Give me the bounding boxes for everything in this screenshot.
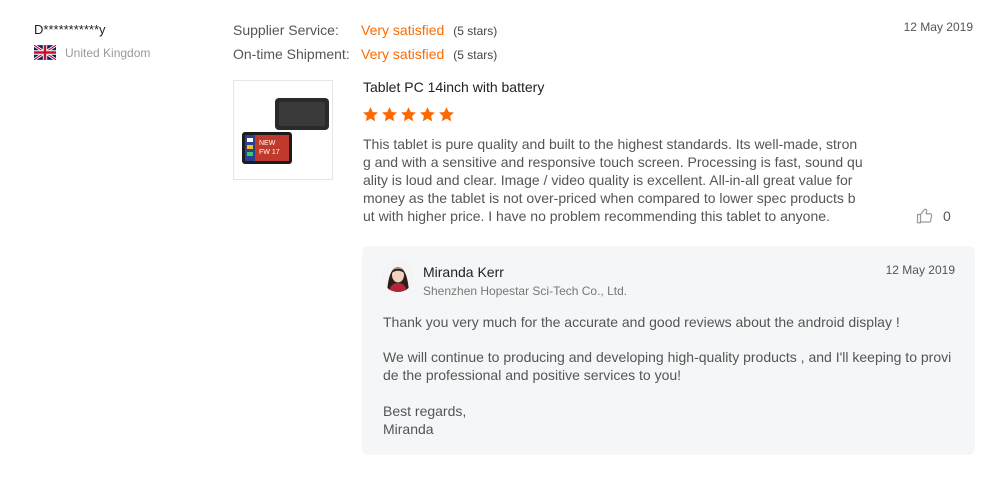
reply-signature: Miranda: [383, 421, 434, 437]
star-icon: [382, 107, 397, 122]
reply-paragraph-commitment: We will continue to producing and develo…: [383, 349, 952, 383]
rating-supplier-service: Supplier Service: Very satisfied (5 star…: [233, 22, 497, 46]
product-thumbnail[interactable]: NEW FW 17: [233, 80, 333, 180]
badge-text-line1: NEW: [259, 140, 276, 147]
rating-label: Supplier Service:: [233, 22, 339, 38]
reviewer-country: United Kingdom: [34, 45, 150, 60]
seller-reply: Miranda Kerr Shenzhen Hopestar Sci-Tech …: [362, 246, 975, 455]
rating-label: On-time Shipment:: [233, 46, 350, 62]
rating-on-time-shipment: On-time Shipment: Very satisfied (5 star…: [233, 46, 497, 70]
star-icon: [401, 107, 416, 122]
reply-signoff: Best regards,: [383, 403, 467, 419]
star-icon: [420, 107, 435, 122]
uk-flag-icon: [34, 45, 56, 60]
review-text: This tablet is pure quality and built to…: [363, 136, 863, 224]
seller-company: Shenzhen Hopestar Sci-Tech Co., Ltd.: [423, 284, 628, 298]
seller-name: Miranda Kerr: [423, 264, 504, 280]
reviewer-info: D***********y United Kingdom: [34, 22, 150, 60]
tablet-product-image: NEW FW 17: [242, 98, 329, 164]
rating-stars-text: (5 stars): [453, 24, 498, 38]
like-count: 0: [943, 208, 951, 224]
star-icon: [363, 107, 378, 122]
reviewer-name: D***********y: [34, 22, 106, 37]
ratings-block: Supplier Service: Very satisfied (5 star…: [233, 22, 497, 70]
badge-text-line2: FW 17: [259, 149, 280, 156]
like-button[interactable]: 0: [916, 207, 951, 225]
seller-avatar: [382, 260, 414, 292]
rating-value: Very satisfied: [361, 22, 445, 38]
rating-value: Very satisfied: [361, 46, 445, 62]
rating-stars-text: (5 stars): [453, 48, 498, 62]
star-icon: [439, 107, 454, 122]
review-date: 12 May 2019: [903, 20, 973, 34]
reply-paragraph-thanks: Thank you very much for the accurate and…: [383, 314, 900, 330]
thumbs-up-icon: [916, 208, 933, 224]
reply-date: 12 May 2019: [885, 263, 955, 277]
product-title[interactable]: Tablet PC 14inch with battery: [363, 79, 544, 95]
review-star-rating: [362, 106, 455, 123]
country-name: United Kingdom: [65, 45, 151, 60]
